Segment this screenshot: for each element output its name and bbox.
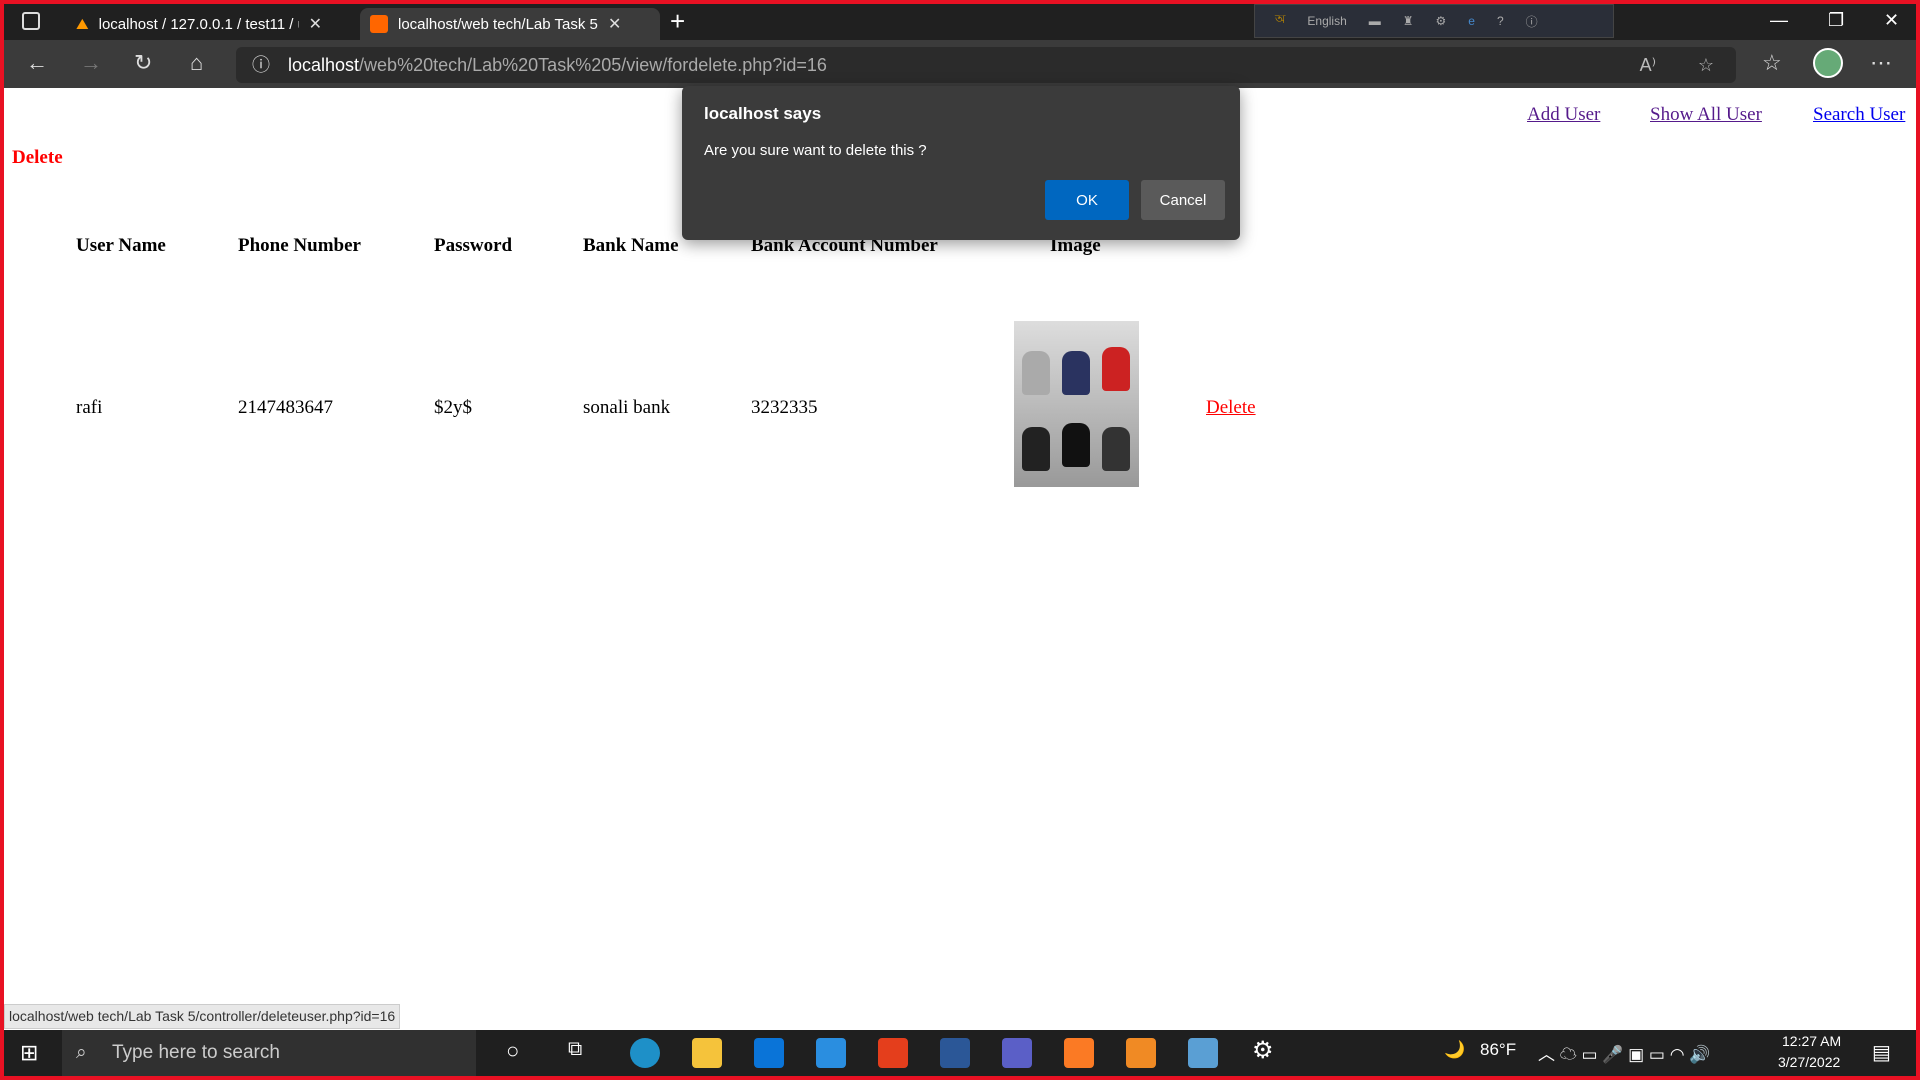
site-info-icon[interactable]: ⓘ (252, 47, 270, 83)
taskbar-search[interactable]: ⌕ Type here to search (62, 1030, 476, 1076)
show-all-user-link[interactable]: Show All User (1650, 104, 1762, 126)
close-tab-icon[interactable]: ✕ (309, 14, 322, 34)
ie-icon: e (1468, 14, 1475, 28)
url-input[interactable]: ⓘ localhost/web%20tech/Lab%20Task%205/vie… (236, 47, 1736, 83)
cell-phone: 2147483647 (238, 397, 333, 418)
ok-button[interactable]: OK (1045, 180, 1129, 220)
cortana-icon[interactable]: ○ (506, 1038, 519, 1064)
new-tab-button[interactable]: + (670, 6, 685, 37)
add-favorite-icon[interactable]: ☆ (1698, 47, 1714, 83)
cell-account: 3232335 (751, 397, 818, 418)
home-icon[interactable]: ⌂ (190, 50, 203, 76)
header-phone: Phone Number (238, 235, 361, 256)
page-heading: Delete (12, 147, 63, 168)
confirm-dialog: localhost says Are you sure want to dele… (682, 86, 1240, 240)
notifications-icon[interactable]: ▤ (1872, 1040, 1891, 1065)
search-icon: ⌕ (76, 1042, 87, 1063)
forward-icon[interactable]: → (80, 50, 102, 76)
start-icon[interactable]: ⊞ (20, 1040, 38, 1066)
taskbar: ⊞ ⌕ Type here to search ○ ⧉ ⚙ 🌙 86°F ︿ ☁ … (4, 1030, 1916, 1076)
refresh-icon[interactable]: ↻ (134, 50, 152, 76)
close-button[interactable]: ✕ (1884, 10, 1899, 31)
cell-password: $2y$ (434, 397, 472, 418)
minimize-button[interactable]: — (1770, 10, 1788, 31)
edge-icon[interactable] (630, 1038, 660, 1068)
pma-icon: ⛰ (76, 15, 89, 33)
close-tab-icon[interactable]: ✕ (608, 14, 621, 34)
delete-link[interactable]: Delete (1206, 397, 1256, 419)
dialog-message: Are you sure want to delete this ? (704, 142, 927, 159)
back-icon[interactable]: ← (26, 50, 48, 76)
restore-button[interactable]: ❐ (1828, 10, 1844, 31)
store-icon[interactable] (754, 1038, 784, 1068)
favorites-icon[interactable]: ☆ (1762, 50, 1782, 76)
tab-actions-icon[interactable] (22, 12, 40, 30)
sublime-icon[interactable] (1126, 1038, 1156, 1068)
header-user-name: User Name (76, 235, 166, 256)
header-bank-name: Bank Name (583, 235, 679, 256)
office-icon[interactable] (878, 1038, 908, 1068)
language-bar[interactable]: অ English ▬ ♜ ⚙ e? ⓘ (1254, 4, 1614, 38)
clock-date[interactable]: 3/27/2022 (1778, 1054, 1840, 1070)
add-user-link[interactable]: Add User (1527, 104, 1600, 126)
app-icon[interactable] (1188, 1038, 1218, 1068)
dialog-title: localhost says (704, 104, 822, 123)
weather-icon: 🌙 (1444, 1040, 1466, 1059)
tab-lab-task[interactable]: localhost/web tech/Lab Task 5/vi ✕ (360, 8, 660, 40)
address-bar-row: ← → ↻ ⌂ ⓘ localhost/web%20tech/Lab%20Task… (4, 40, 1916, 88)
tab-bar: ⛰ localhost / 127.0.0.1 / test11 / us ✕ lo… (4, 4, 1916, 40)
browser-window: ⛰ localhost / 127.0.0.1 / test11 / us ✕ lo… (4, 4, 1916, 1076)
file-explorer-icon[interactable] (692, 1038, 722, 1068)
info-icon: ⓘ (1525, 14, 1538, 29)
profile-avatar[interactable] (1813, 48, 1843, 78)
user-image (1014, 321, 1139, 487)
cancel-button[interactable]: Cancel (1141, 180, 1225, 220)
cell-bank-name: sonali bank (583, 397, 671, 418)
ime-language[interactable]: English (1307, 14, 1346, 28)
clock-time[interactable]: 12:27 AM (1782, 1033, 1841, 1049)
cell-user-name: rafi (76, 397, 103, 418)
gear-icon: ⚙ (1435, 14, 1447, 28)
xampp-taskbar-icon[interactable] (1064, 1038, 1094, 1068)
tool-icon: ♜ (1402, 14, 1414, 28)
read-aloud-icon[interactable]: A⁾ (1640, 47, 1656, 83)
teams-icon[interactable] (1002, 1038, 1032, 1068)
bangla-icon: অ (1275, 12, 1286, 26)
mail-icon[interactable] (816, 1038, 846, 1068)
header-password: Password (434, 235, 513, 256)
search-user-link[interactable]: Search User (1813, 104, 1905, 126)
word-icon[interactable] (940, 1038, 970, 1068)
more-icon[interactable]: ⋯ (1870, 50, 1892, 76)
keyboard-icon: ▬ (1368, 14, 1381, 28)
weather-temp[interactable]: 86°F (1480, 1040, 1516, 1060)
status-bar: localhost/web tech/Lab Task 5/controller… (4, 1004, 401, 1029)
settings-icon[interactable]: ⚙ (1252, 1036, 1274, 1065)
xampp-icon (370, 15, 388, 33)
task-view-icon[interactable]: ⧉ (568, 1038, 582, 1061)
tray-icons[interactable]: ︿ ☁ ▭ 🎤 ▣ ▭ ◠ 🔊 (1538, 1040, 1710, 1065)
help-icon: ? (1496, 14, 1504, 28)
tab-phpmyadmin[interactable]: ⛰ localhost / 127.0.0.1 / test11 / us ✕ (66, 8, 332, 40)
